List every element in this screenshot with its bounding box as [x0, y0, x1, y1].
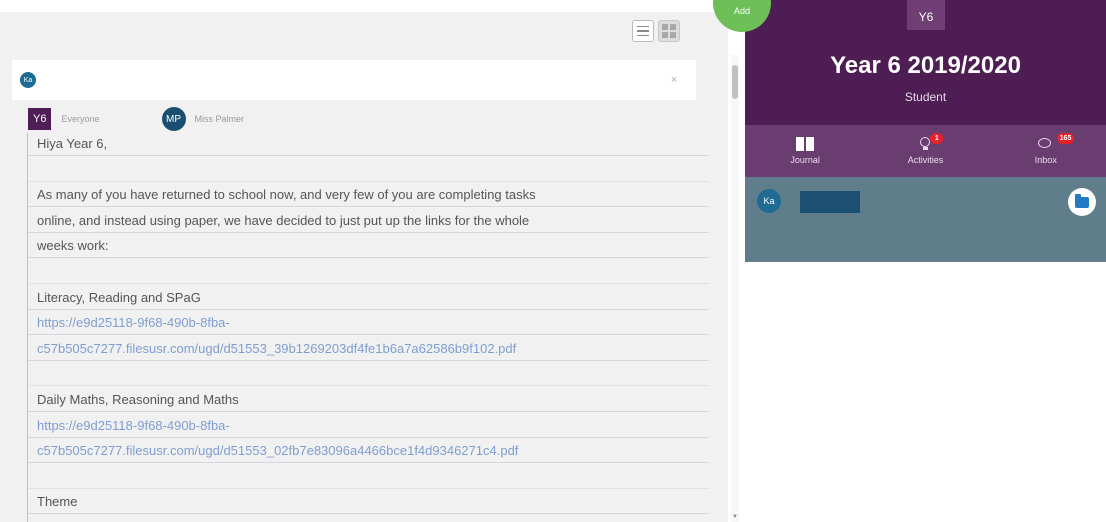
post-line[interactable]: c57b505c7277.filesusr.com/ugd/d51553_02f…: [28, 440, 709, 464]
student-name: [800, 191, 860, 213]
tab-inbox-label: Inbox: [1034, 154, 1057, 165]
app-window: Ka × Y6 Everyone MP Miss Palmer Hiya Yea…: [0, 0, 1106, 522]
post-line: [28, 466, 709, 489]
audience-label: Everyone: [61, 114, 100, 124]
inbox-badge: 165: [1056, 133, 1075, 144]
class-role: Student: [904, 90, 947, 104]
post-line: [28, 159, 709, 182]
post-line: As many of you have returned to school n…: [28, 184, 709, 208]
post-line[interactable]: https://e9d25118-9f68-490b-8fba-: [28, 415, 709, 438]
nav-tabs: Journal 1 Activities 165 Inbox: [745, 125, 1106, 177]
author-avatar: MP: [161, 107, 186, 131]
view-toggle-group: [632, 20, 680, 42]
post-line: [28, 261, 709, 284]
scroll-down-arrow-icon[interactable]: ▼: [731, 514, 739, 520]
journal-icon: [796, 137, 815, 151]
post-line: weeks work:: [28, 235, 709, 259]
post-line: Literacy, Reading and SPaG: [28, 287, 709, 310]
tab-activities[interactable]: 1 Activities: [865, 125, 985, 177]
profile-header: Y6 Year 6 2019/2020 Student: [745, 0, 1106, 125]
class-badge: Y6: [28, 108, 52, 130]
post-line[interactable]: c57b505c7277.filesusr.com/ugd/d51553_39b…: [28, 338, 709, 361]
post-line: [28, 363, 709, 387]
chat-icon: [1037, 137, 1054, 151]
folder-icon: [1075, 193, 1089, 208]
recipient-input[interactable]: [46, 68, 666, 92]
tab-journal-label: Journal: [790, 155, 820, 165]
journal-post-panel: Ka × Y6 Everyone MP Miss Palmer Hiya Yea…: [0, 12, 728, 522]
recipient-bar: Ka ×: [12, 60, 696, 100]
activities-badge: 1: [930, 133, 944, 144]
student-avatar: Ka: [757, 189, 781, 213]
post-line: Theme: [28, 491, 709, 515]
post-line[interactable]: https://e9d25118-9f68-490b-8fba-: [28, 312, 709, 336]
post-line: online, and instead using paper, we have…: [28, 210, 709, 233]
list-view-icon[interactable]: [632, 20, 654, 42]
grid-view-icon[interactable]: [658, 20, 680, 42]
class-avatar: Y6: [907, 0, 945, 30]
post-line: Daily Maths, Reasoning and Maths: [28, 389, 709, 412]
folder-button[interactable]: [1068, 188, 1096, 216]
student-profile-panel: Y6 Year 6 2019/2020 Student Journal 1 Ac…: [745, 0, 1106, 262]
post-header: Y6 Everyone MP Miss Palmer: [28, 105, 708, 133]
post-line: Hiya Year 6,: [28, 133, 709, 156]
student-bar: Ka: [745, 177, 1106, 262]
class-title: Year 6 2019/2020: [830, 52, 1021, 79]
tab-activities-label: Activities: [907, 155, 944, 165]
author-name: Miss Palmer: [194, 114, 245, 124]
scrollbar[interactable]: ▼: [731, 55, 739, 522]
scrollbar-thumb[interactable]: [732, 65, 738, 99]
post-body[interactable]: Hiya Year 6, As many of you have returned…: [27, 133, 709, 522]
tab-inbox[interactable]: 165 Inbox: [986, 125, 1106, 177]
tab-journal[interactable]: Journal: [745, 125, 865, 177]
clear-icon[interactable]: ×: [666, 74, 682, 86]
recipient-avatar: Ka: [20, 72, 36, 88]
